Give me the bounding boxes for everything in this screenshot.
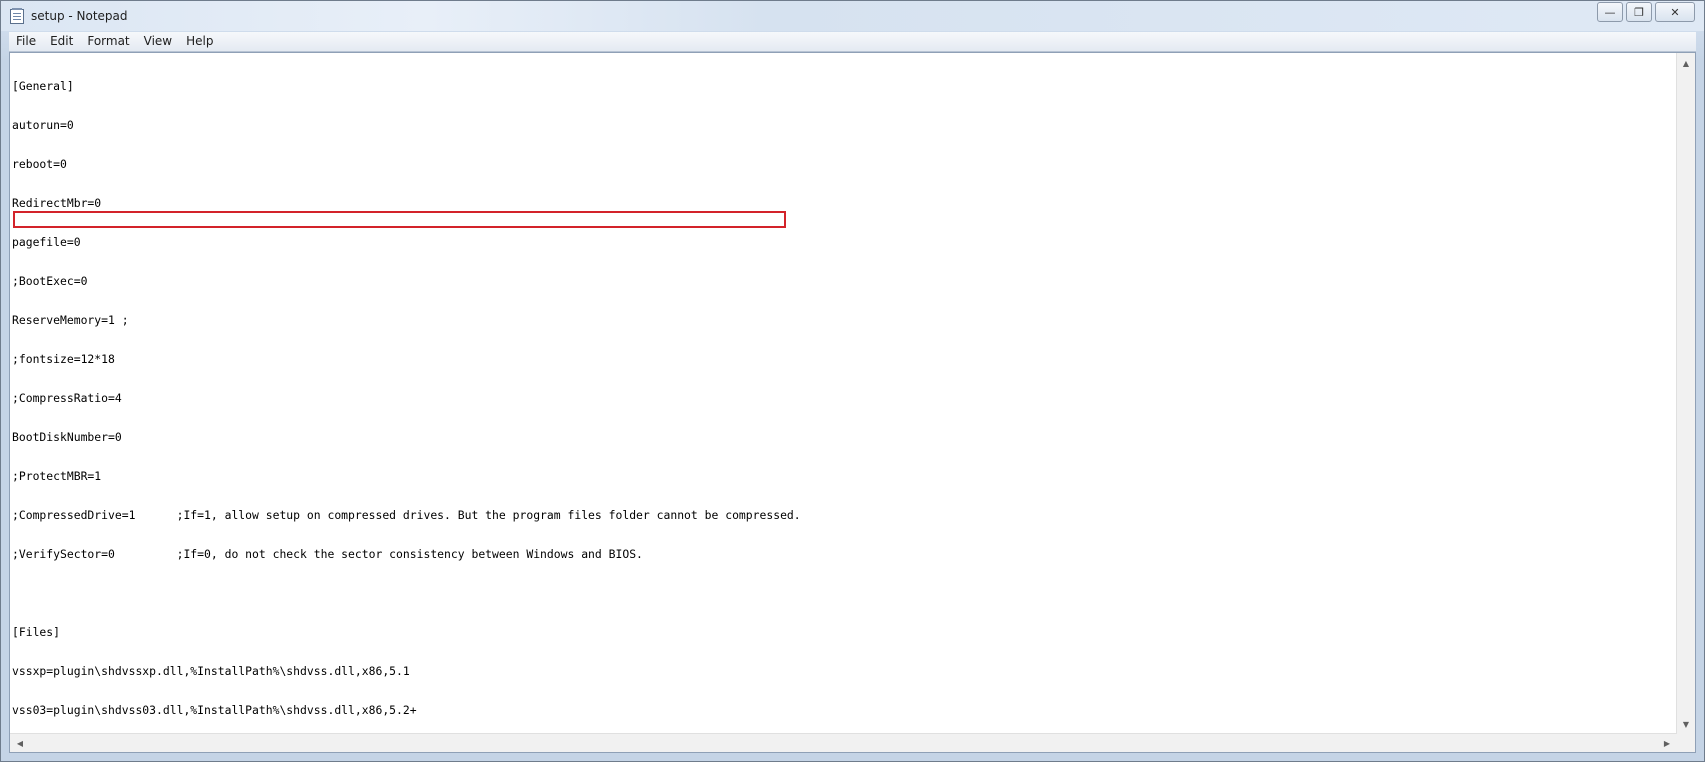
caption-buttons: — ❐ ✕ [1597,2,1695,22]
menu-edit[interactable]: Edit [43,32,80,51]
minimize-icon: — [1604,5,1616,19]
text-line: ;ProtectMBR=1 [12,469,102,483]
notepad-window: setup - Notepad — ❐ ✕ File Edit Format V… [0,0,1705,762]
text-line: ;CompressRatio=4 [12,391,122,405]
text-line-highlighted: ;VerifySector=0 ;If=0, do not check the … [12,547,643,561]
text-line: [General] [12,79,74,93]
text-line: ;BootExec=0 [12,274,88,288]
menu-view[interactable]: View [137,32,179,51]
text-line: ;CompressedDrive=1 ;If=1, allow setup on… [12,508,801,522]
restore-icon: ❐ [1634,5,1644,19]
menu-format[interactable]: Format [80,32,136,51]
text-line: ;fontsize=12*18 [12,352,115,366]
text-line: pagefile=0 [12,235,81,249]
restore-button[interactable]: ❐ [1626,2,1652,22]
scrollbar-corner [1677,734,1695,752]
scroll-down-icon[interactable]: ▼ [1678,716,1694,732]
text-line: reboot=0 [12,157,67,171]
text-line [12,587,1674,600]
text-line: BootDiskNumber=0 [12,430,122,444]
text-line: vssxp=plugin\shdvssxp.dll,%InstallPath%\… [12,664,410,678]
title-bar[interactable]: setup - Notepad — ❐ ✕ [1,1,1704,31]
horizontal-scrollbar[interactable]: ◀ ▶ [10,733,1677,752]
menu-bar: File Edit Format View Help [9,32,1696,52]
menu-file[interactable]: File [9,32,43,51]
vertical-scrollbar[interactable]: ▲ ▼ [1676,53,1695,734]
scroll-right-icon[interactable]: ▶ [1659,735,1675,751]
close-icon: ✕ [1670,5,1680,19]
scroll-up-icon[interactable]: ▲ [1678,55,1694,71]
notepad-icon[interactable] [10,8,24,24]
scroll-left-icon[interactable]: ◀ [12,735,28,751]
minimize-button[interactable]: — [1597,2,1623,22]
text-line: [Files] [12,625,61,639]
menu-help[interactable]: Help [179,32,220,51]
text-line: vss03=plugin\shdvss03.dll,%InstallPath%\… [12,703,417,717]
close-button[interactable]: ✕ [1655,2,1695,22]
window-title: setup - Notepad [31,9,128,23]
text-line: ReserveMemory=1 ; [12,313,129,327]
text-content[interactable]: [General] autorun=0 reboot=0 RedirectMbr… [12,54,1674,733]
text-line: autorun=0 [12,118,74,132]
text-line: RedirectMbr=0 [12,196,102,210]
highlight-annotation-box [13,211,786,228]
text-editor[interactable]: [General] autorun=0 reboot=0 RedirectMbr… [9,52,1696,753]
